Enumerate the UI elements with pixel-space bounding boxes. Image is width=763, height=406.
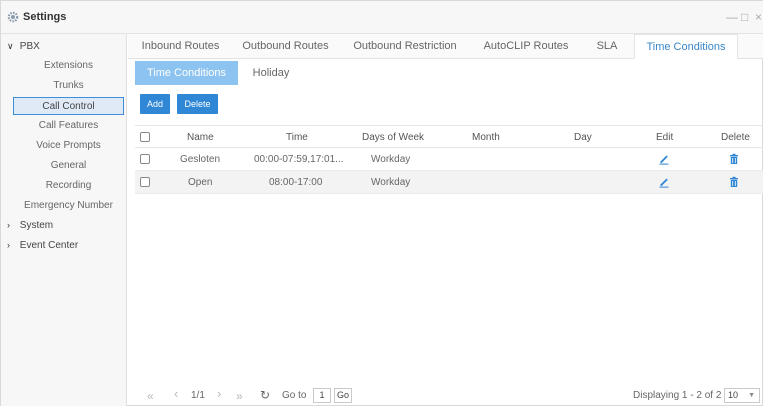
- tab-time-conditions[interactable]: Time Conditions: [634, 34, 738, 59]
- first-page-button[interactable]: «: [147, 389, 154, 403]
- trash-icon[interactable]: [728, 176, 740, 188]
- header-month: Month: [472, 132, 500, 143]
- table-row: Gesloten 00:00-07:59,17:01... Workday: [135, 148, 763, 171]
- row-name: Gesloten: [180, 154, 221, 165]
- row-checkbox[interactable]: [140, 177, 150, 187]
- title-bar: Settings — □ ×: [1, 1, 763, 34]
- tab-sla[interactable]: SLA: [582, 34, 632, 59]
- page-size-select[interactable]: 10 ▼: [724, 388, 760, 403]
- goto-label: Go to: [282, 390, 307, 401]
- header-delete: Delete: [721, 132, 750, 143]
- tab-bar: Inbound Routes Outbound Routes Outbound …: [128, 34, 763, 59]
- sidebar-item-extensions[interactable]: Extensions: [13, 57, 124, 75]
- tab-inbound-routes[interactable]: Inbound Routes: [128, 34, 233, 59]
- last-page-button[interactable]: »: [236, 389, 243, 403]
- chevron-right-icon: ›: [7, 220, 10, 230]
- edit-icon[interactable]: [658, 176, 670, 188]
- subtab-holiday[interactable]: Holiday: [241, 61, 301, 85]
- header-time: Time: [286, 132, 308, 143]
- sidebar-group-label: Event Center: [19, 240, 79, 251]
- sidebar-item-call-features[interactable]: Call Features: [13, 117, 124, 135]
- displaying-info: Displaying 1 - 2 of 2: [633, 390, 722, 401]
- sidebar-group-pbx[interactable]: ∨ PBX: [7, 37, 40, 55]
- sidebar-item-trunks[interactable]: Trunks: [13, 77, 124, 95]
- time-conditions-table: Name Time Days of Week Month Day Edit De…: [135, 125, 763, 194]
- header-days-of-week: Days of Week: [362, 132, 425, 143]
- close-button[interactable]: ×: [755, 10, 762, 24]
- sidebar-group-event-center[interactable]: › Event Center: [7, 236, 78, 254]
- sidebar-item-recording[interactable]: Recording: [13, 177, 124, 195]
- header-edit: Edit: [656, 132, 674, 143]
- row-name: Open: [188, 177, 213, 188]
- header-day: Day: [574, 132, 592, 143]
- maximize-button[interactable]: □: [741, 10, 748, 24]
- sidebar-item-general[interactable]: General: [13, 157, 124, 175]
- tab-outbound-routes[interactable]: Outbound Routes: [233, 34, 338, 59]
- table-row: Open 08:00-17:00 Workday: [135, 171, 763, 194]
- pagination-bar: « ‹ 1/1 › » ↻ Go to 1 Go Displaying 1 - …: [128, 385, 763, 406]
- settings-window: Settings — □ × ∨ PBX Extensions Trunks C…: [0, 0, 763, 406]
- refresh-icon[interactable]: ↻: [260, 388, 270, 402]
- sidebar-item-voice-prompts[interactable]: Voice Prompts: [13, 137, 124, 155]
- next-page-button[interactable]: ›: [217, 387, 221, 401]
- sidebar-item-call-control[interactable]: Call Control: [13, 97, 124, 115]
- table-header: Name Time Days of Week Month Day Edit De…: [135, 125, 763, 148]
- row-time: 00:00-07:59,17:01...: [254, 154, 344, 165]
- trash-icon[interactable]: [728, 153, 740, 165]
- chevron-down-icon: ▼: [748, 392, 755, 399]
- row-days-of-week: Workday: [371, 177, 411, 188]
- tab-outbound-restriction[interactable]: Outbound Restriction: [341, 34, 469, 59]
- tab-autoclip-routes[interactable]: AutoCLIP Routes: [471, 34, 581, 59]
- select-all-checkbox[interactable]: [140, 132, 150, 142]
- sidebar: ∨ PBX Extensions Trunks Call Control Cal…: [1, 34, 127, 406]
- goto-page-input[interactable]: 1: [313, 388, 331, 403]
- chevron-down-icon: ∨: [7, 41, 14, 51]
- header-name: Name: [187, 132, 214, 143]
- minimize-button[interactable]: —: [726, 10, 738, 24]
- row-time: 08:00-17:00: [269, 177, 323, 188]
- chevron-right-icon: ›: [7, 240, 10, 250]
- add-button[interactable]: Add: [140, 94, 170, 114]
- page-info: 1/1: [191, 390, 205, 401]
- edit-icon[interactable]: [658, 153, 670, 165]
- window-title: Settings: [23, 11, 67, 23]
- sidebar-group-label: PBX: [19, 41, 40, 52]
- page-size-value: 10: [728, 390, 739, 400]
- subtab-time-conditions[interactable]: Time Conditions: [135, 61, 238, 85]
- row-checkbox[interactable]: [140, 154, 150, 164]
- delete-button[interactable]: Delete: [177, 94, 218, 114]
- prev-page-button[interactable]: ‹: [174, 387, 178, 401]
- gear-icon: [7, 11, 19, 23]
- go-button[interactable]: Go: [334, 388, 352, 403]
- sidebar-group-label: System: [19, 220, 54, 231]
- sidebar-item-emergency-number[interactable]: Emergency Number: [13, 197, 124, 215]
- row-days-of-week: Workday: [371, 154, 411, 165]
- sidebar-group-system[interactable]: › System: [7, 216, 53, 234]
